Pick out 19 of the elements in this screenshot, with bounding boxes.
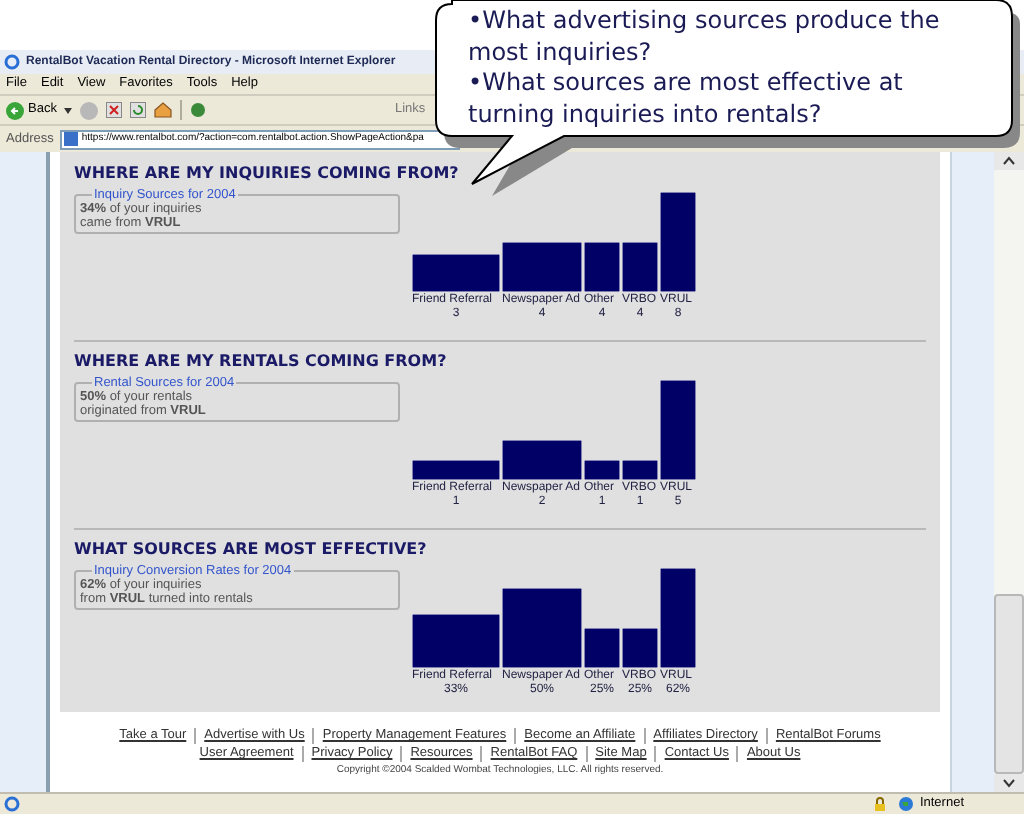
- refresh-icon[interactable]: [130, 102, 147, 118]
- section-heading: WHERE ARE MY RENTALS COMING FROM?: [74, 352, 449, 372]
- callout-text: •What sources are most effective at turning inquiries into rentals?: [468, 68, 905, 130]
- back-arrow-icon: [6, 101, 24, 119]
- scroll-up-icon[interactable]: [994, 152, 1024, 170]
- home-icon[interactable]: [154, 102, 173, 118]
- scroll-thumb[interactable]: [994, 594, 1024, 774]
- lock-icon: [873, 796, 886, 812]
- stop-icon[interactable]: [106, 102, 123, 118]
- chart-bar: [412, 254, 500, 292]
- callout-text: •What advertising sources produce the most inquiries?: [468, 6, 942, 68]
- section-heading: WHERE ARE MY INQUIRIES COMING FROM?: [74, 164, 461, 184]
- browser-icon: [4, 54, 20, 70]
- scroll-down-icon[interactable]: [994, 774, 1024, 792]
- media-icon[interactable]: [190, 102, 207, 118]
- section-heading: WHAT SOURCES ARE MOST EFFECTIVE?: [74, 540, 429, 560]
- globe-icon: [897, 796, 914, 812]
- caret-icon[interactable]: [64, 107, 73, 113]
- scrollbar[interactable]: [994, 152, 1024, 792]
